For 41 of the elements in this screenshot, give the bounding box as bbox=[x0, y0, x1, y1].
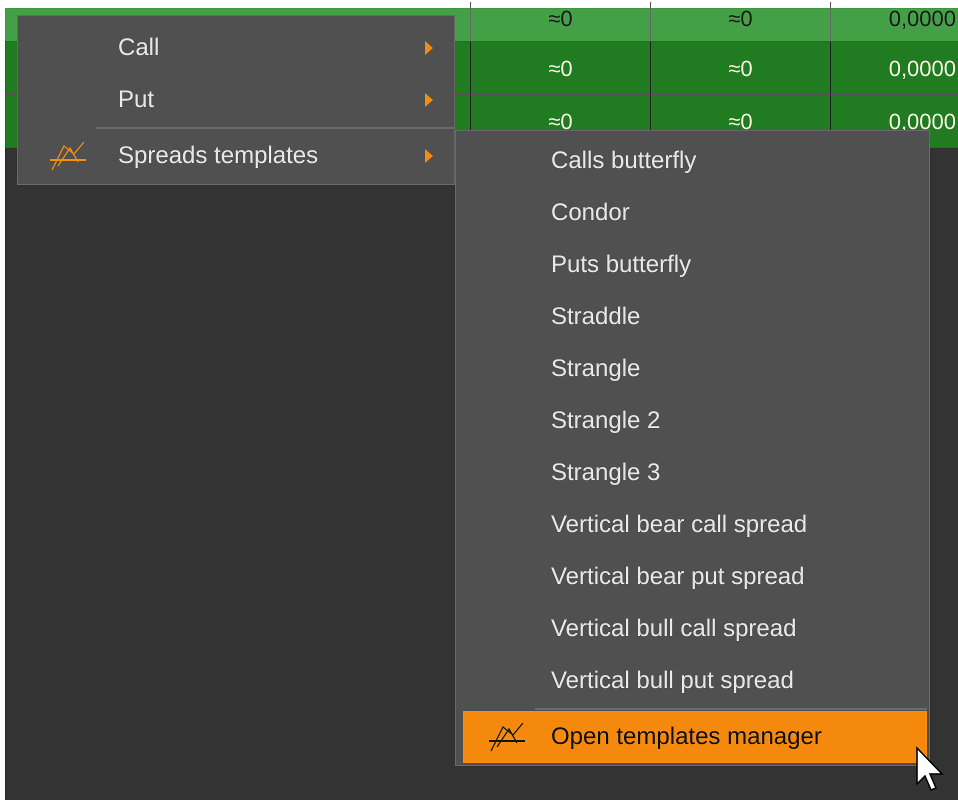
spread-chart-icon bbox=[48, 140, 88, 172]
table-cell: 0,0000 bbox=[830, 2, 958, 41]
menu-item[interactable]: Put bbox=[18, 74, 454, 126]
table-cell: ≈0 bbox=[470, 2, 650, 41]
menu-item-label: Strangle bbox=[551, 354, 642, 384]
spread-chart-icon bbox=[487, 721, 527, 753]
mouse-pointer-icon bbox=[915, 746, 945, 794]
menu-item-label: Vertical bear call spread bbox=[551, 510, 808, 540]
menu-item-label: Open templates manager bbox=[551, 722, 823, 752]
table-cell: ≈0 bbox=[470, 42, 650, 94]
submenu-arrow-icon bbox=[424, 40, 434, 56]
menu-item[interactable]: Strangle 2 bbox=[463, 395, 927, 447]
menu-item[interactable]: Vertical bear call spread bbox=[463, 499, 927, 551]
menu-item[interactable]: Puts butterfly bbox=[463, 239, 927, 291]
menu-item-label: Vertical bear put spread bbox=[551, 562, 806, 592]
menu-item-label: Strangle 3 bbox=[551, 458, 662, 488]
menu-item-label: Vertical bull put spread bbox=[551, 666, 795, 696]
menu-item-label: Straddle bbox=[551, 302, 642, 332]
table-cell: ≈0 bbox=[650, 42, 830, 94]
menu-item-label: Put bbox=[118, 85, 156, 115]
menu-item[interactable]: Spreads templates bbox=[18, 130, 454, 182]
menu-item[interactable]: Open templates manager bbox=[463, 711, 927, 763]
menu-item[interactable]: Straddle bbox=[463, 291, 927, 343]
submenu-arrow-icon bbox=[424, 148, 434, 164]
menu-item-label: Puts butterfly bbox=[551, 250, 692, 280]
menu-item[interactable]: Strangle bbox=[463, 343, 927, 395]
menu-item-label: Condor bbox=[551, 198, 631, 228]
menu-item-label: Call bbox=[118, 33, 160, 63]
menu-item[interactable]: Condor bbox=[463, 187, 927, 239]
table-cell: ≈0 bbox=[650, 2, 830, 41]
menu-item[interactable]: Vertical bull call spread bbox=[463, 603, 927, 655]
menu-item-label: Spreads templates bbox=[118, 141, 320, 171]
menu-item[interactable]: Vertical bull put spread bbox=[463, 655, 927, 707]
submenu-arrow-icon bbox=[424, 92, 434, 108]
menu-item[interactable]: Vertical bear put spread bbox=[463, 551, 927, 603]
menu-item[interactable]: Call bbox=[18, 22, 454, 74]
menu-item[interactable]: Strangle 3 bbox=[463, 447, 927, 499]
menu-item-label: Calls butterfly bbox=[551, 146, 698, 176]
menu-item-label: Strangle 2 bbox=[551, 406, 662, 436]
table-cell: 0,0000 bbox=[830, 42, 958, 94]
menu-item-label: Vertical bull call spread bbox=[551, 614, 798, 644]
